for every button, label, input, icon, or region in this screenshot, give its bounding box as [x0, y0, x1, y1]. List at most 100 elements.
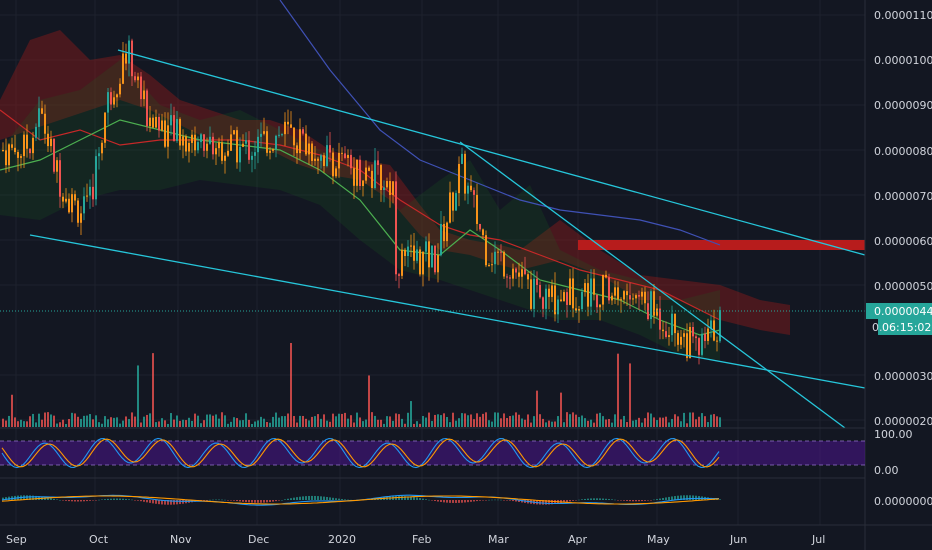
- volume-bar: [284, 416, 286, 427]
- volume-bar: [380, 419, 382, 427]
- macd-bar: [566, 500, 568, 502]
- candle-body: [500, 251, 502, 253]
- candle-body: [29, 148, 31, 154]
- volume-bar: [272, 416, 274, 427]
- candle-body: [134, 76, 136, 81]
- time-tick: Nov: [170, 533, 192, 546]
- candle-body: [344, 153, 346, 158]
- volume-bar: [143, 416, 145, 427]
- candle-body: [650, 291, 652, 320]
- candle-body: [518, 272, 520, 277]
- candle-body: [221, 142, 223, 161]
- volume-bar: [584, 418, 586, 427]
- candle-body: [314, 158, 316, 161]
- volume-bar: [671, 418, 673, 427]
- volume-bar: [407, 412, 409, 427]
- macd-bar: [422, 498, 424, 500]
- candle-body: [608, 277, 610, 301]
- macd-bar: [95, 500, 97, 501]
- candle-body: [20, 156, 22, 158]
- candle-body: [359, 159, 361, 187]
- macd-bar: [146, 500, 148, 503]
- volume-bar: [101, 423, 103, 427]
- volume-bar: [662, 417, 664, 427]
- macd-bar: [623, 500, 625, 501]
- volume-bar: [158, 421, 160, 427]
- volume-bar: [95, 415, 97, 427]
- volume-bar: [248, 419, 250, 427]
- volume-bar: [443, 413, 445, 427]
- volume-bar: [62, 419, 64, 427]
- candle-body: [611, 295, 613, 301]
- volume-bar: [8, 415, 10, 427]
- candle-body: [557, 299, 559, 315]
- macd-bar: [203, 500, 205, 501]
- candle-body: [92, 186, 94, 200]
- volume-bar: [47, 412, 49, 427]
- candle-body: [629, 295, 631, 300]
- candle-body: [188, 142, 190, 152]
- volume-bar: [185, 420, 187, 427]
- volume-bar: [614, 414, 616, 427]
- candle-body: [32, 137, 34, 154]
- macd-bar: [152, 500, 154, 504]
- volume-bar: [317, 414, 319, 427]
- time-tick: May: [647, 533, 670, 546]
- volume-bar: [434, 414, 436, 427]
- candle-body: [341, 152, 343, 154]
- macd-bar: [662, 498, 664, 500]
- macd-bar: [101, 499, 103, 500]
- candle-body: [392, 181, 394, 196]
- volume-bar: [392, 420, 394, 427]
- candle-body: [41, 108, 43, 114]
- macd-bar: [269, 500, 271, 503]
- macd-bar: [296, 497, 298, 500]
- candle-body: [326, 145, 328, 167]
- macd-bar: [215, 499, 217, 501]
- macd-bar: [65, 500, 67, 501]
- candle-body: [179, 119, 181, 146]
- candle-body: [203, 134, 205, 151]
- candle-body: [239, 146, 241, 163]
- candle-body: [551, 285, 553, 297]
- candle-body: [50, 138, 52, 147]
- volume-bar: [2, 418, 4, 427]
- macd-bar: [584, 498, 586, 500]
- candle-body: [587, 283, 589, 307]
- volume-bar: [701, 413, 703, 427]
- candle-body: [674, 313, 676, 334]
- candle-body: [107, 92, 109, 113]
- stoch-band: [0, 441, 865, 465]
- candle-body: [308, 143, 310, 155]
- volume-bar: [581, 415, 583, 427]
- macd-bar: [209, 499, 211, 501]
- volume-bar: [98, 422, 100, 427]
- candle-body: [536, 278, 538, 285]
- volume-bar: [416, 421, 418, 427]
- macd-bar: [71, 500, 73, 502]
- volume-bar: [644, 418, 646, 427]
- macd-bar: [104, 499, 106, 500]
- volume-bar: [68, 419, 70, 427]
- candle-body: [143, 90, 145, 100]
- candle-body: [77, 200, 79, 223]
- volume-bar: [329, 421, 331, 427]
- candle-body: [311, 143, 313, 161]
- time-tick: Jul: [811, 533, 825, 546]
- trading-chart[interactable]: 0.00001100 0.00001000 0.00000900 0.00000…: [0, 0, 932, 550]
- candle-body: [503, 251, 505, 277]
- macd-bar: [689, 495, 691, 500]
- volume-bar: [359, 417, 361, 427]
- macd-bar: [599, 498, 601, 500]
- candle-body: [155, 116, 157, 128]
- macd-bar: [110, 498, 112, 500]
- volume-bar: [536, 390, 538, 427]
- volume-bar: [230, 421, 232, 427]
- candle-body: [623, 291, 625, 300]
- macd-bar: [668, 496, 670, 500]
- candle-body: [437, 255, 439, 273]
- candle-body: [707, 328, 709, 341]
- macd-bar: [206, 500, 208, 501]
- volume-bar: [503, 413, 505, 427]
- volume-bar: [623, 415, 625, 427]
